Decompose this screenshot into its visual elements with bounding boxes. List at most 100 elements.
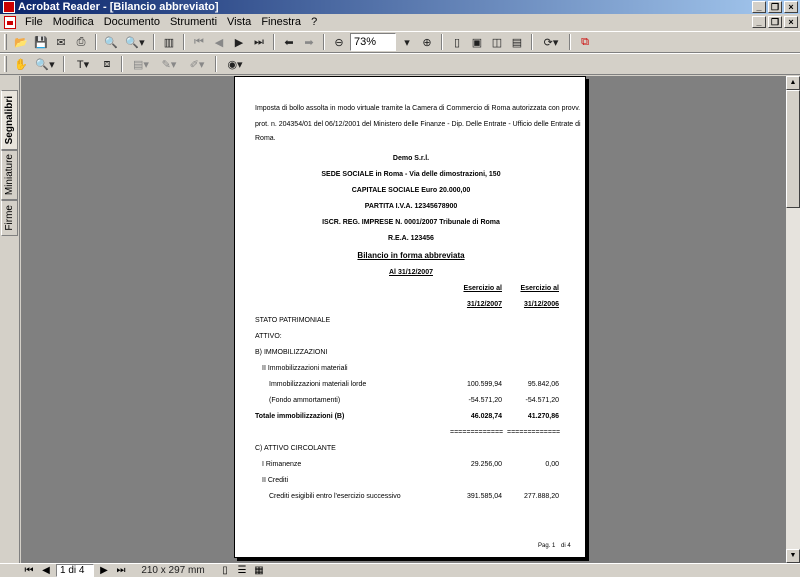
row-label: Immobilizzazioni materiali lorde	[269, 381, 367, 388]
snapshot-icon[interactable]: ⧈	[98, 55, 116, 73]
text-select-icon[interactable]: T▾	[70, 55, 96, 73]
adobe-pdf-icon[interactable]: ⧉	[576, 33, 594, 51]
fit-page-icon[interactable]: ▣	[468, 33, 486, 51]
stamp-tool-icon[interactable]: ◉▾	[222, 55, 248, 73]
zoom-tool-icon[interactable]: 🔍▾	[32, 55, 58, 73]
tools-toolbar: ✋ 🔍▾ T▾ ⧈ ▤▾ ✎▾ ✐▾ ◉▾	[0, 53, 800, 75]
zoom-out-icon[interactable]: ⊖	[330, 33, 348, 51]
menu-modifica[interactable]: Modifica	[48, 14, 99, 30]
intro-line-2: prot. n. 204354/01 del 06/12/2001 del Mi…	[255, 121, 581, 128]
print-icon[interactable]: ⎙	[72, 33, 90, 51]
zoom-input[interactable]: 73%	[350, 33, 396, 51]
pencil-tool-icon[interactable]: ✎▾	[156, 55, 182, 73]
minimize-button[interactable]: _	[752, 1, 766, 13]
status-bar: ⏮ ◀ 1 di 4 ▶ ⏭ 210 x 297 mm ▯ ☰ ▦	[0, 563, 800, 577]
total-value-2006: 41.270,86	[527, 413, 559, 420]
vertical-scrollbar[interactable]: ▲ ▼	[786, 76, 800, 563]
menu-bar: File Modifica Documento Strumenti Vista …	[0, 14, 800, 30]
previous-page-icon[interactable]: ◀	[210, 33, 228, 51]
fit-width-icon[interactable]: ◫	[488, 33, 506, 51]
footer-page: Pag. 1	[538, 543, 556, 549]
next-page-icon[interactable]: ▶	[230, 33, 248, 51]
menu-vista[interactable]: Vista	[222, 14, 256, 30]
rotate-view-icon[interactable]: ⟳▾	[538, 33, 564, 51]
doc-close-button[interactable]: ×	[784, 16, 798, 28]
go-back-icon[interactable]: ⬅	[280, 33, 298, 51]
zoom-dropdown-icon[interactable]: ▾	[398, 33, 416, 51]
last-page-status-icon[interactable]: ⏭	[114, 565, 128, 576]
scroll-down-icon[interactable]: ▼	[786, 549, 800, 563]
immobilizzazioni-label: B) IMMOBILIZZAZIONI	[255, 349, 328, 356]
iscrizione-registro: ISCR. REG. IMPRESE N. 0001/2007 Tribunal…	[322, 219, 500, 226]
zoom-in-icon[interactable]: ⊕	[418, 33, 436, 51]
last-page-icon[interactable]: ⏭	[250, 33, 268, 51]
partita-iva: PARTITA I.V.A. 12345678900	[364, 203, 458, 210]
doc-minimize-button[interactable]: _	[752, 16, 766, 28]
page-number-input[interactable]: 1 di 4	[56, 564, 94, 577]
document-area[interactable]: Imposta di bollo assolta in modo virtual…	[21, 76, 786, 563]
attivo-circolante-label: C) ATTIVO CIRCOLANTE	[255, 445, 336, 452]
toolbar-grip[interactable]	[4, 56, 7, 72]
rimanenze-label: I Rimanenze	[262, 461, 302, 468]
intro-line-1: Imposta di bollo assolta in modo virtual…	[255, 105, 581, 112]
doc-restore-button[interactable]: ❐	[768, 16, 782, 28]
search-icon[interactable]: 🔍	[102, 33, 120, 51]
hand-tool-icon[interactable]: ✋	[12, 55, 30, 73]
document-icon[interactable]	[4, 15, 16, 29]
crediti-value-2006: 277.888,20	[523, 493, 559, 500]
first-page-status-icon[interactable]: ⏮	[22, 565, 36, 576]
row-value-2006: 95.842,06	[527, 381, 559, 388]
crediti-value-2007: 391.585,04	[466, 493, 502, 500]
workspace: Segnalibri Miniature Firme Imposta di bo…	[0, 76, 800, 563]
email-icon[interactable]: ✉	[52, 33, 70, 51]
menu-finestra[interactable]: Finestra	[256, 14, 306, 30]
equals-separator: =============	[507, 429, 561, 436]
window-title: Acrobat Reader - [Bilancio abbreviato]	[18, 1, 219, 13]
row-value-2007: 100.599,94	[466, 381, 502, 388]
scroll-thumb[interactable]	[786, 90, 800, 208]
company-name: Demo S.r.l.	[392, 155, 430, 162]
menu-help[interactable]: ?	[306, 14, 322, 30]
main-toolbar: 📂 💾 ✉ ⎙ 🔍 🔍▾ ▥ ⏮ ◀ ▶ ⏭ ⬅ ➡ ⊖ 73% ▾ ⊕ ▯ ▣…	[0, 31, 800, 53]
menu-documento[interactable]: Documento	[99, 14, 165, 30]
reflow-icon[interactable]: ▤	[508, 33, 526, 51]
go-forward-icon[interactable]: ➡	[300, 33, 318, 51]
highlight-tool-icon[interactable]: ✐▾	[184, 55, 210, 73]
continuous-icon[interactable]: ☰	[235, 565, 249, 576]
next-page-status-icon[interactable]: ▶	[97, 565, 111, 576]
first-page-icon[interactable]: ⏮	[190, 33, 208, 51]
menu-strumenti[interactable]: Strumenti	[165, 14, 222, 30]
open-icon[interactable]: 📂	[12, 33, 30, 51]
footer-of: di 4	[561, 543, 571, 549]
menu-file[interactable]: File	[20, 14, 48, 30]
stato-patrimoniale: STATO PATRIMONIALE	[255, 317, 331, 324]
row-value-2007: -54.571,20	[468, 397, 502, 404]
scroll-up-icon[interactable]: ▲	[786, 76, 800, 90]
col2-header-label: Esercizio al	[520, 285, 559, 292]
close-button[interactable]: ×	[784, 1, 798, 13]
row-label: (Fondo ammortamenti)	[269, 397, 341, 404]
col2-header-date: 31/12/2006	[523, 301, 559, 308]
attivo-label: ATTIVO:	[255, 333, 282, 340]
facing-pages-icon[interactable]: ▦	[252, 565, 266, 576]
navigation-tabs: Segnalibri Miniature Firme	[0, 76, 20, 563]
page-size: 210 x 297 mm	[141, 565, 205, 576]
sede-sociale: SEDE SOCIALE in Roma - Via delle dimostr…	[321, 171, 501, 178]
tab-miniature[interactable]: Miniature	[1, 150, 18, 200]
save-icon[interactable]: 💾	[32, 33, 50, 51]
tab-segnalibri[interactable]: Segnalibri	[1, 90, 18, 150]
previous-page-status-icon[interactable]: ◀	[39, 565, 53, 576]
single-page-icon[interactable]: ▯	[218, 565, 232, 576]
pdf-page: Imposta di bollo assolta in modo virtual…	[234, 76, 586, 558]
find-dropdown-icon[interactable]: 🔍▾	[122, 33, 148, 51]
toolbar-grip[interactable]	[4, 34, 7, 50]
actual-size-icon[interactable]: ▯	[448, 33, 466, 51]
acrobat-app-icon	[3, 1, 15, 13]
navigation-pane-icon[interactable]: ▥	[160, 33, 178, 51]
capitale-sociale: CAPITALE SOCIALE Euro 20.000,00	[351, 187, 471, 194]
total-row-label: Totale immobilizzazioni (B)	[255, 413, 345, 420]
restore-button[interactable]: ❐	[768, 1, 782, 13]
tab-firme[interactable]: Firme	[1, 200, 18, 236]
document-heading: Bilancio in forma abbreviata	[357, 251, 465, 260]
note-tool-icon[interactable]: ▤▾	[128, 55, 154, 73]
